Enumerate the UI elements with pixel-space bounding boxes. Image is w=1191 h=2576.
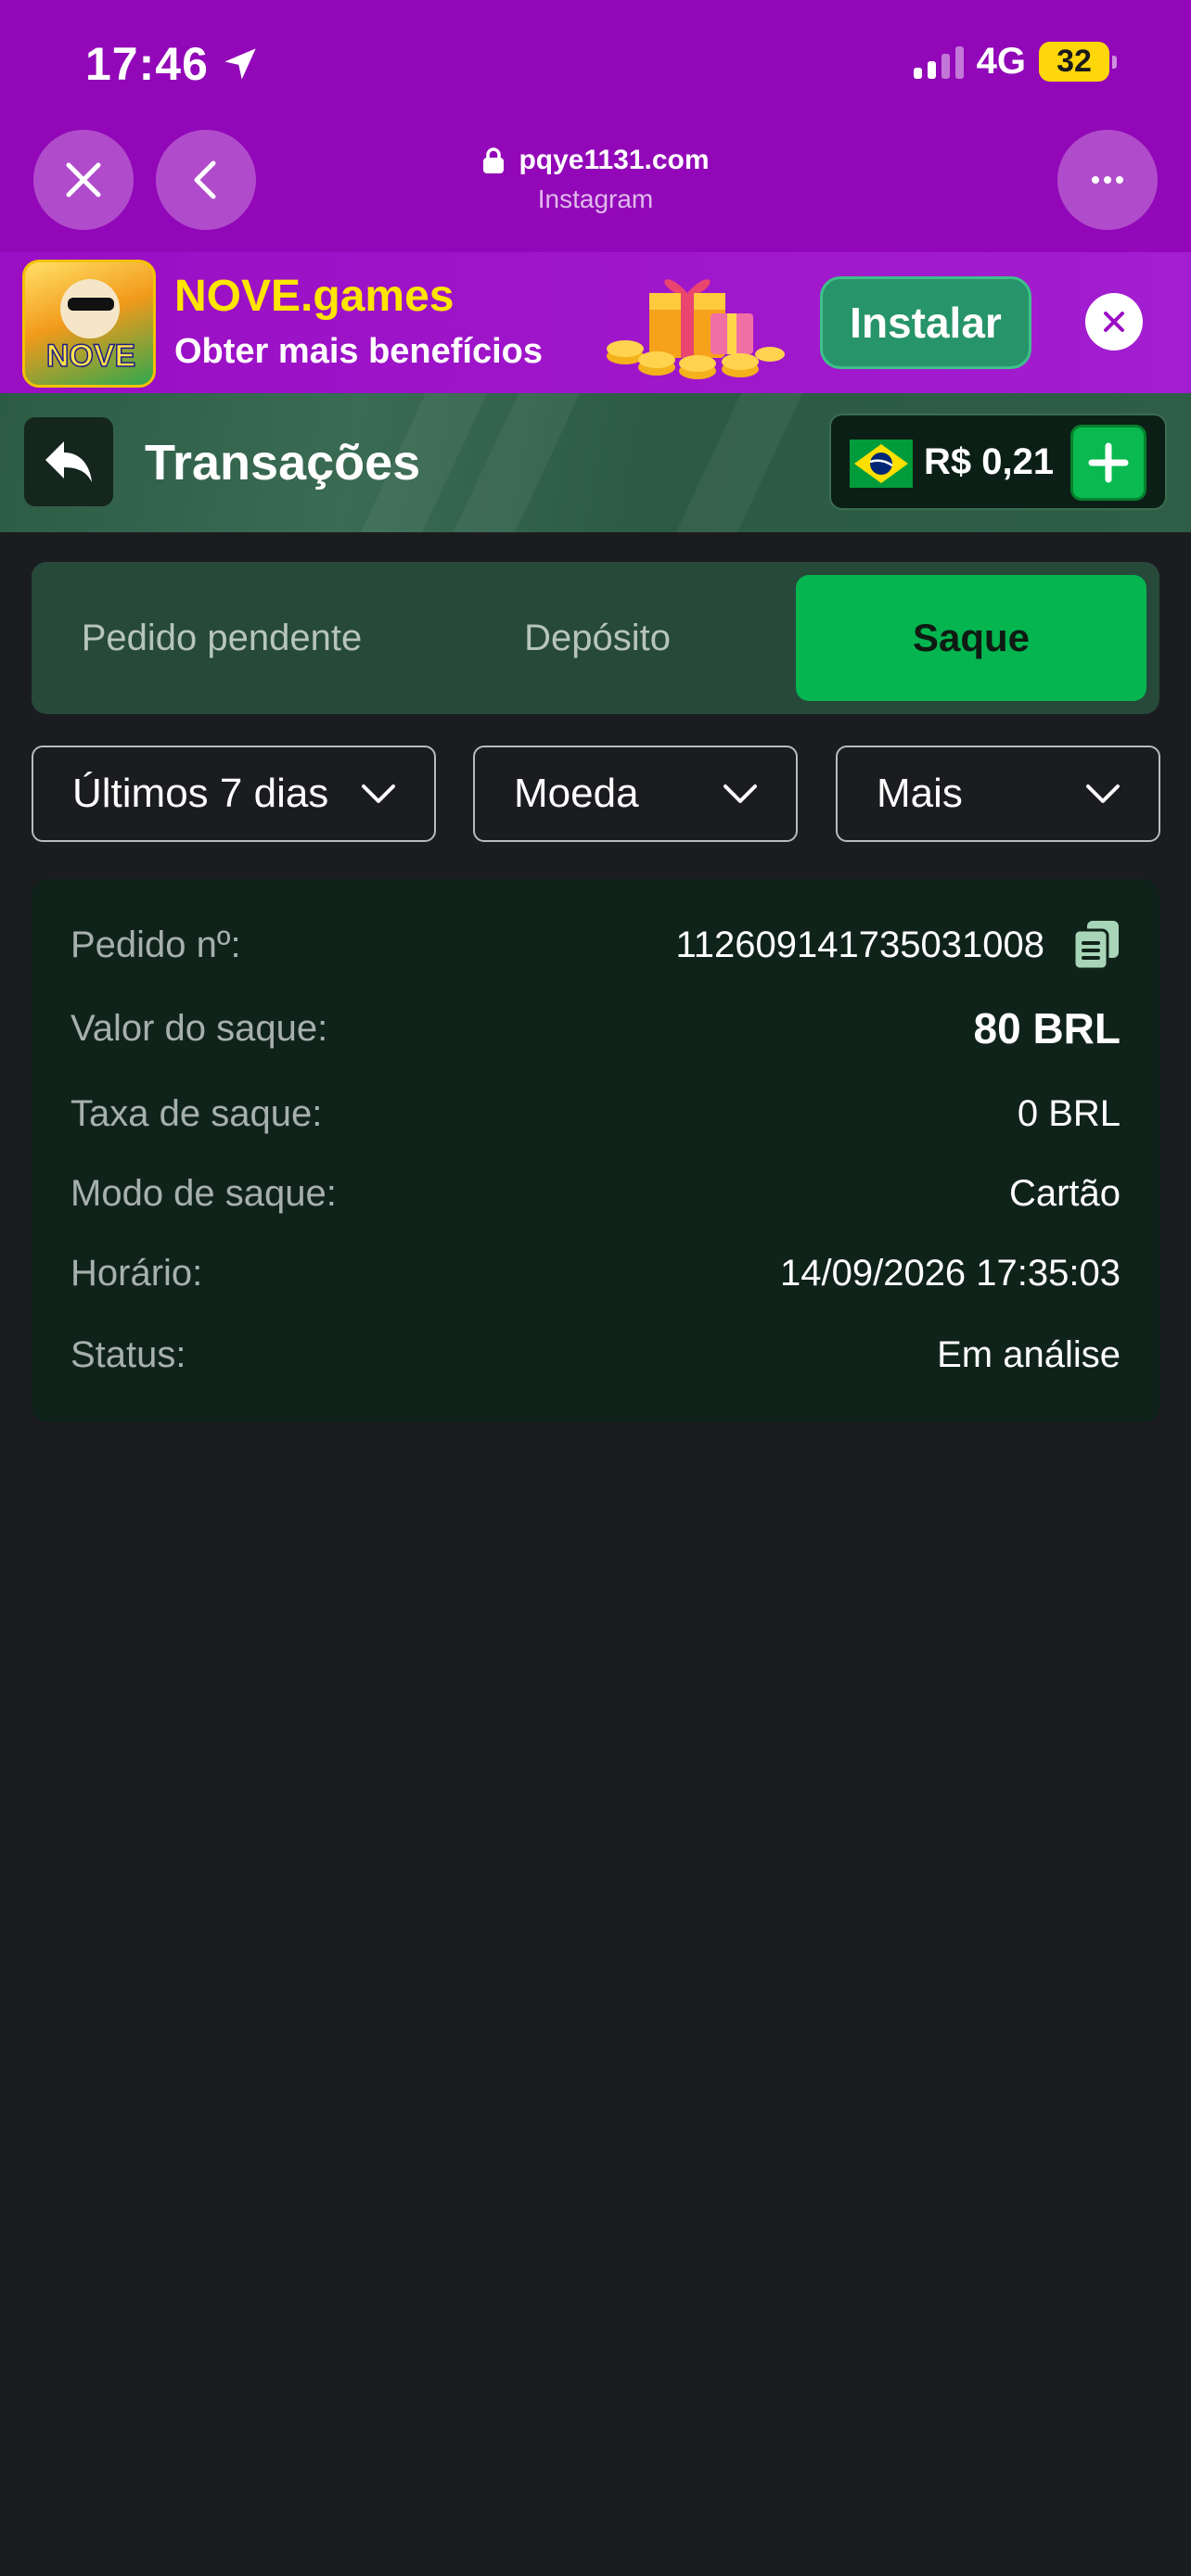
currency-dropdown-value: Moeda <box>514 771 639 816</box>
status-row: Status: Em análise <box>70 1322 1121 1387</box>
period-dropdown[interactable]: Últimos 7 dias <box>32 746 436 842</box>
gift-coins-icon <box>607 279 785 379</box>
transaction-card: Pedido nº: 1126091417350310​08 Valor do … <box>32 879 1159 1422</box>
more-filters-value: Mais <box>877 771 963 816</box>
install-button[interactable]: Instalar <box>820 276 1031 369</box>
battery-level: 32 <box>1039 42 1109 82</box>
url-display[interactable]: pqye1131.com Instagram <box>0 145 1191 214</box>
install-banner: NOVE NOVE.games Obter mais benefícios In… <box>0 252 1191 393</box>
plus-icon <box>1088 442 1129 483</box>
mode-value: Cartão <box>1008 1172 1121 1214</box>
tab-deposit[interactable]: Depósito <box>412 562 783 714</box>
balance-widget: R$ 0,21 <box>829 414 1167 510</box>
status-time: 17:46 <box>85 38 209 90</box>
order-number-label: Pedido nº: <box>70 924 241 965</box>
location-arrow-icon <box>224 48 256 80</box>
amount-label: Valor do saque: <box>70 1007 328 1049</box>
banner-title: NOVE.games <box>174 272 455 321</box>
close-icon <box>1104 312 1124 332</box>
time-value: 14/09/2026 17:35:03 <box>779 1252 1121 1294</box>
status-label: Status: <box>70 1333 186 1375</box>
amount-row: Valor do saque: 80 BRL <box>70 996 1121 1061</box>
battery-icon: 32 <box>1039 42 1117 82</box>
app-logo-text: NOVE <box>45 338 136 375</box>
chevron-down-icon <box>362 784 395 803</box>
brazil-flag-icon <box>850 440 913 488</box>
add-funds-button[interactable] <box>1070 425 1146 501</box>
more-dots-icon <box>1092 176 1123 184</box>
chevron-down-icon <box>724 784 757 803</box>
fee-value: 0 BRL <box>1017 1092 1121 1134</box>
copy-icon[interactable] <box>1072 919 1121 971</box>
app-logo: NOVE <box>22 260 156 388</box>
cellular-signal-icon <box>913 45 964 79</box>
page-header: Transações R$ 0,21 <box>0 393 1191 532</box>
status-indicators: 4G 32 <box>913 41 1117 83</box>
mode-label: Modo de saque: <box>70 1172 337 1214</box>
mode-row: Modo de saque: Cartão <box>70 1161 1121 1226</box>
time-row: Horário: 14/09/2026 17:35:03 <box>70 1241 1121 1306</box>
amount-value: 80 BRL <box>973 1004 1121 1052</box>
url-source: Instagram <box>537 185 654 213</box>
reply-arrow-icon <box>45 441 92 482</box>
more-filters-dropdown[interactable]: Mais <box>836 746 1160 842</box>
banner-subtitle: Obter mais benefícios <box>174 332 544 371</box>
order-number-row: Pedido nº: 1126091417350310​08 <box>70 912 1121 977</box>
chevron-down-icon <box>1086 784 1120 803</box>
fee-label: Taxa de saque: <box>70 1092 323 1134</box>
tab-withdraw[interactable]: Saque <box>796 575 1146 701</box>
back-button[interactable] <box>24 417 113 506</box>
fee-row: Taxa de saque: 0 BRL <box>70 1081 1121 1146</box>
status-value: Em análise <box>937 1333 1121 1375</box>
banner-close-button[interactable] <box>1085 293 1143 351</box>
page-title: Transações <box>145 435 421 491</box>
network-type: 4G <box>976 41 1026 82</box>
period-dropdown-value: Últimos 7 dias <box>72 771 329 816</box>
browser-more-button[interactable] <box>1057 130 1158 230</box>
lock-icon <box>483 147 505 173</box>
url-text: pqye1131.com <box>519 145 710 175</box>
time-label: Horário: <box>70 1252 203 1294</box>
status-time-wrap: 17:46 <box>85 37 259 91</box>
tab-pending-orders[interactable]: Pedido pendente <box>32 562 412 714</box>
transaction-tabs: Pedido pendente Depósito Saque <box>32 562 1159 714</box>
currency-dropdown[interactable]: Moeda <box>473 746 798 842</box>
browser-top-bar: 17:46 4G 32 pqye1131.com Instagram <box>0 0 1191 252</box>
balance-amount: R$ 0,21 <box>924 441 1055 482</box>
order-number-value: 1126091417350310​08 <box>675 924 1044 965</box>
